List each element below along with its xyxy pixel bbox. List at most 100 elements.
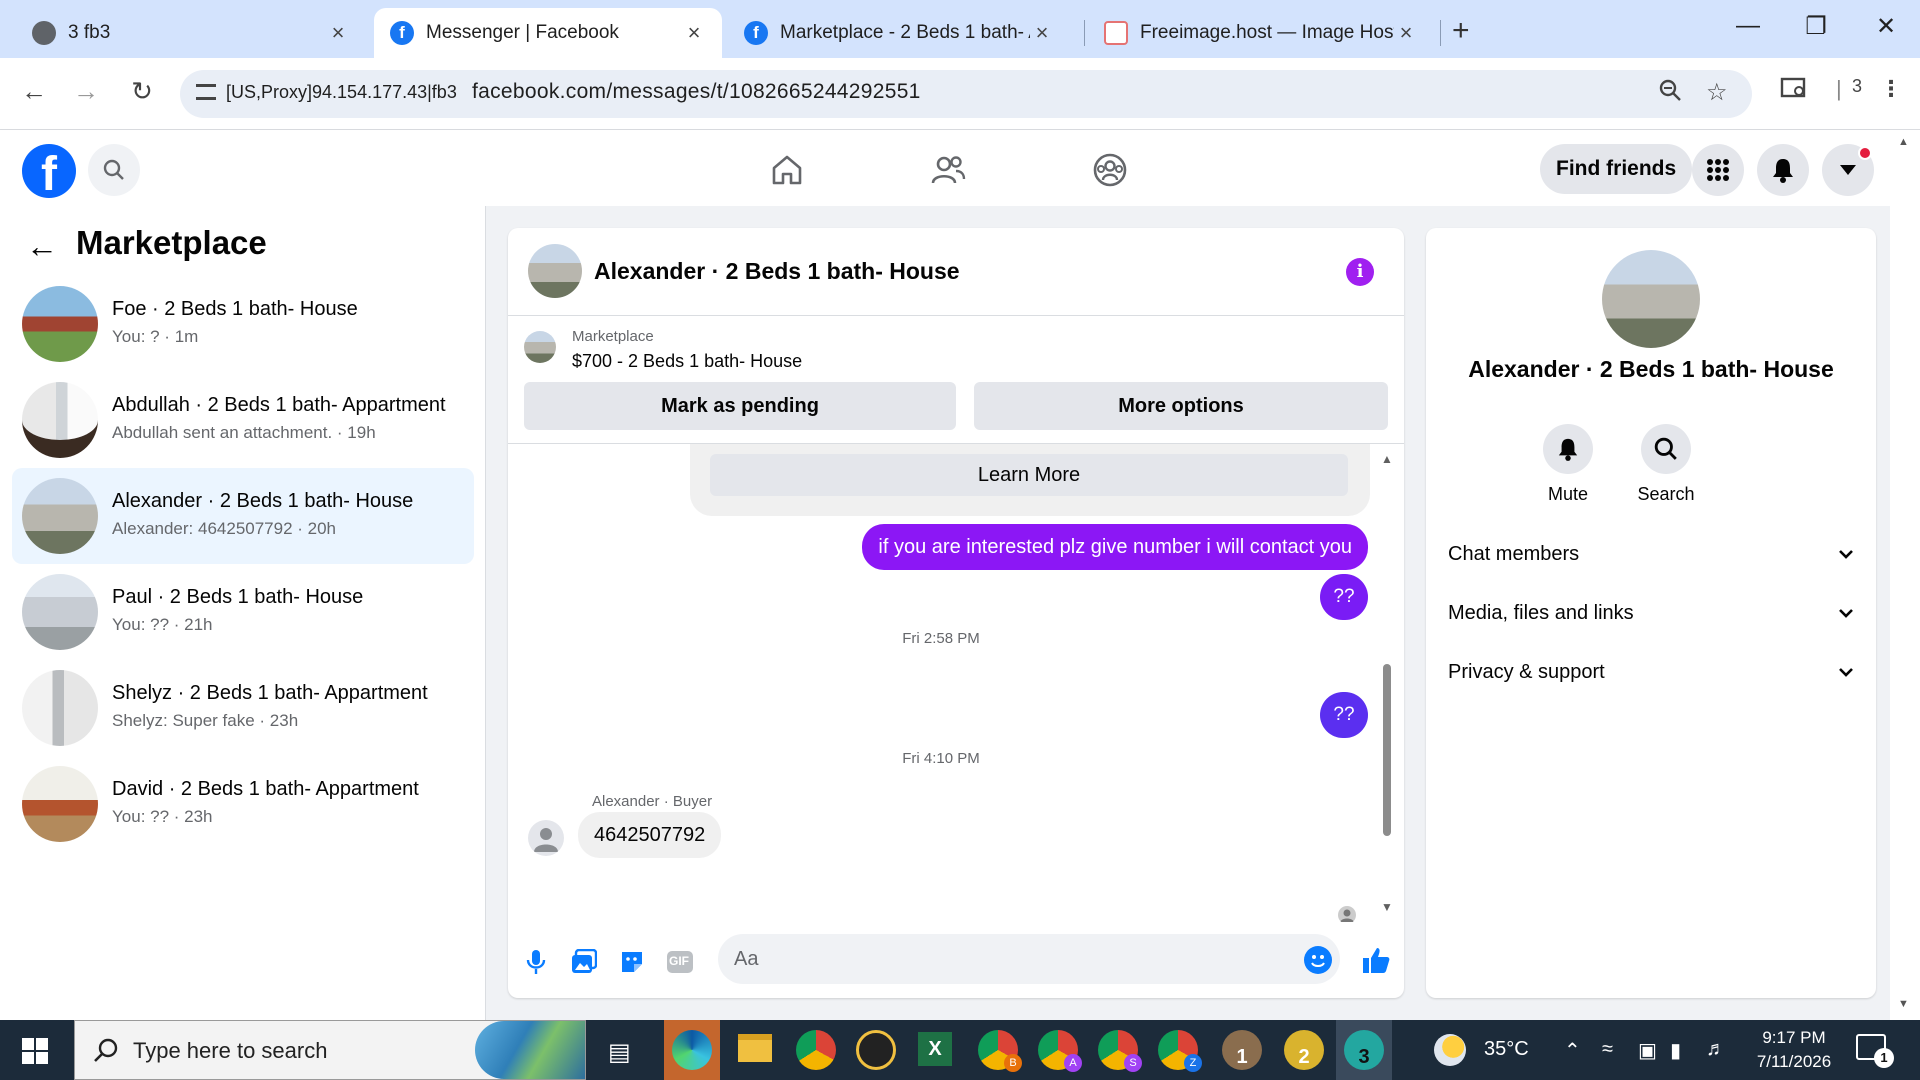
- volume-icon[interactable]: ♬: [1706, 1038, 1726, 1061]
- listing-price[interactable]: $700 - 2 Beds 1 bath- House: [572, 351, 802, 372]
- forward-icon[interactable]: →: [68, 76, 104, 107]
- minimize-icon[interactable]: —: [1728, 12, 1768, 40]
- media-files-links-row[interactable]: Media, files and links: [1448, 593, 1854, 633]
- chrome-profile-a-icon[interactable]: A: [1038, 1030, 1082, 1072]
- excel-icon[interactable]: X: [918, 1032, 952, 1066]
- chat-avatar[interactable]: [528, 244, 582, 298]
- listing-thumbnail[interactable]: [524, 331, 556, 363]
- windows-start-icon[interactable]: [22, 1038, 48, 1064]
- friends-icon[interactable]: [928, 150, 968, 190]
- reload-icon[interactable]: ↻: [124, 76, 160, 107]
- learn-more-button[interactable]: Learn More: [710, 454, 1348, 496]
- fb-search-button[interactable]: [88, 144, 140, 196]
- chrome-icon[interactable]: [796, 1030, 836, 1070]
- app-window-1-icon[interactable]: 1: [1222, 1030, 1262, 1070]
- new-tab-button[interactable]: +: [1452, 14, 1470, 48]
- zoom-icon[interactable]: [1658, 78, 1682, 109]
- site-info-chip[interactable]: [US,Proxy]94.154.177.43|fb3: [196, 82, 457, 103]
- url-text[interactable]: facebook.com/messages/t/1082665244292551: [472, 80, 921, 104]
- back-arrow-icon[interactable]: ←: [26, 228, 58, 265]
- browser-tab-marketplace[interactable]: f Marketplace - 2 Beds 1 bath- Ap ×: [728, 8, 1070, 58]
- scroll-thumb[interactable]: [1383, 664, 1391, 836]
- thread-scrollbar[interactable]: ▲ ▼: [1380, 452, 1394, 918]
- task-view-icon[interactable]: ▤: [608, 1038, 631, 1067]
- conversation-item-selected[interactable]: Alexander · 2 Beds 1 bath- House Alexand…: [12, 468, 474, 564]
- scroll-up-icon[interactable]: ▲: [1380, 452, 1394, 466]
- bookmark-star-icon[interactable]: ☆: [1706, 78, 1728, 107]
- taskbar-app-active[interactable]: 3: [1336, 1020, 1392, 1080]
- globe-icon: [32, 21, 56, 45]
- facebook-logo-icon[interactable]: f: [22, 144, 76, 198]
- message-input[interactable]: [718, 934, 1340, 984]
- conversation-item[interactable]: Shelyz · 2 Beds 1 bath- Appartment Shely…: [12, 660, 474, 756]
- browser-tab-messenger[interactable]: f Messenger | Facebook ×: [374, 8, 722, 58]
- gif-icon[interactable]: GIF: [666, 948, 694, 976]
- thumbs-up-icon[interactable]: [1360, 944, 1392, 976]
- scroll-up-icon[interactable]: ▲: [1898, 136, 1909, 148]
- browser-tab-fb3[interactable]: 3 fb3 ×: [16, 8, 366, 58]
- conversation-item[interactable]: Paul · 2 Beds 1 bath- House You: ?? · 21…: [12, 564, 474, 660]
- image-host-icon: [1104, 21, 1128, 45]
- tab-search-icon[interactable]: [1780, 76, 1808, 106]
- notifications-button[interactable]: [1757, 144, 1809, 196]
- sticker-icon[interactable]: [618, 948, 646, 976]
- privacy-support-row[interactable]: Privacy & support: [1448, 652, 1854, 692]
- taskbar-search-box[interactable]: Type here to search: [74, 1020, 586, 1080]
- chrome-profile-b-icon[interactable]: B: [978, 1030, 1022, 1072]
- mark-as-pending-button[interactable]: Mark as pending: [524, 382, 956, 430]
- meet-now-icon[interactable]: ▣: [1638, 1038, 1657, 1063]
- address-bar[interactable]: [US,Proxy]94.154.177.43|fb3 facebook.com…: [180, 70, 1752, 118]
- search-conversation-button[interactable]: Search: [1616, 424, 1716, 505]
- sender-avatar[interactable]: [528, 820, 564, 856]
- groups-icon[interactable]: [1090, 150, 1130, 190]
- close-icon[interactable]: ×: [1394, 20, 1418, 46]
- kebab-menu-icon[interactable]: ⋮: [1880, 76, 1902, 102]
- close-icon[interactable]: ×: [326, 20, 350, 46]
- ixbrowser-icon[interactable]: [856, 1030, 896, 1070]
- microphone-icon[interactable]: [522, 948, 550, 976]
- chrome-profile-s-icon[interactable]: S: [1098, 1030, 1142, 1072]
- home-icon[interactable]: [767, 150, 807, 190]
- find-friends-button[interactable]: Find friends: [1540, 144, 1693, 194]
- mute-button[interactable]: Mute: [1518, 424, 1618, 505]
- tray-chevron-up-icon[interactable]: ⌃: [1564, 1038, 1581, 1063]
- notification-center-icon[interactable]: 1: [1856, 1034, 1894, 1068]
- file-explorer-icon[interactable]: [738, 1034, 772, 1062]
- scroll-down-icon[interactable]: ▼: [1898, 998, 1909, 1010]
- scroll-down-icon[interactable]: ▼: [1380, 900, 1394, 914]
- menu-button[interactable]: [1692, 144, 1744, 196]
- taskbar-app-active[interactable]: [664, 1020, 720, 1080]
- conversation-item[interactable]: Abdullah · 2 Beds 1 bath- Appartment Abd…: [12, 372, 474, 468]
- browser-tab-strip: 3 fb3 × f Messenger | Facebook × f Marke…: [0, 0, 1920, 58]
- profile-count[interactable]: 3: [1852, 76, 1862, 97]
- close-icon[interactable]: ×: [1030, 20, 1054, 46]
- page-scrollbar[interactable]: ▲ ▼: [1890, 130, 1920, 1020]
- account-button[interactable]: [1822, 144, 1874, 196]
- chat-members-row[interactable]: Chat members: [1448, 534, 1854, 574]
- more-options-button[interactable]: More options: [974, 382, 1388, 430]
- battery-icon[interactable]: ▮: [1670, 1038, 1681, 1063]
- chat-title[interactable]: Alexander · 2 Beds 1 bath- House: [594, 258, 960, 285]
- browser-tab-freeimage[interactable]: Freeimage.host — Image Hostin ×: [1088, 8, 1434, 58]
- bell-icon: [1558, 438, 1578, 461]
- photo-icon[interactable]: [570, 948, 598, 976]
- close-window-icon[interactable]: ✕: [1866, 12, 1906, 41]
- details-avatar[interactable]: [1602, 250, 1700, 348]
- conversation-item[interactable]: David · 2 Beds 1 bath- Appartment You: ?…: [12, 756, 474, 852]
- restore-icon[interactable]: ❐: [1796, 12, 1836, 41]
- app-window-2-icon[interactable]: 2: [1284, 1030, 1324, 1070]
- wifi-icon[interactable]: ≈: [1602, 1038, 1613, 1061]
- emoji-icon[interactable]: [1304, 946, 1332, 974]
- conversation-item[interactable]: Foe · 2 Beds 1 bath- House You: ? · 1m: [12, 276, 474, 372]
- weather-icon[interactable]: [1434, 1034, 1466, 1066]
- info-icon[interactable]: i: [1346, 258, 1374, 286]
- close-icon[interactable]: ×: [682, 20, 706, 46]
- panel-title: Marketplace: [76, 224, 267, 261]
- chrome-profile-z-icon[interactable]: Z: [1158, 1030, 1202, 1072]
- weather-temp[interactable]: 35°C: [1484, 1038, 1529, 1061]
- taskbar-clock[interactable]: 9:17 PM 7/11/2026: [1746, 1026, 1842, 1074]
- conversation-name: Abdullah · 2 Beds 1 bath- Appartment: [112, 394, 446, 416]
- facebook-icon: f: [744, 21, 768, 45]
- back-icon[interactable]: ←: [16, 76, 52, 107]
- tune-icon: [196, 84, 216, 100]
